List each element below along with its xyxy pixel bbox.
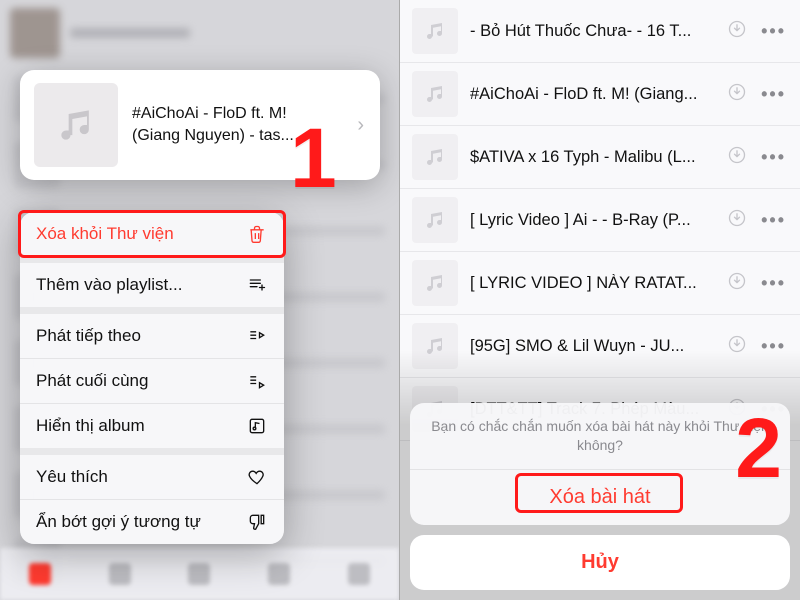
context-menu: Xóa khỏi Thư viện Thêm vào playlist... P… <box>20 212 284 544</box>
menu-item-label: Hiển thị album <box>36 416 145 436</box>
menu-item-label: Ẩn bớt gợi ý tương tự <box>36 512 201 532</box>
play-next-icon <box>246 326 268 346</box>
more-icon[interactable]: ••• <box>759 147 788 168</box>
song-row-title: $ATIVA x 16 Typh - Malibu (L... <box>470 148 715 167</box>
music-note-icon <box>412 197 458 243</box>
song-row-title: [ LYRIC VIDEO ] NÀY RATAT... <box>470 274 715 293</box>
menu-item-label: Xóa khỏi Thư viện <box>36 224 174 244</box>
download-icon[interactable] <box>727 271 747 296</box>
download-icon[interactable] <box>727 145 747 170</box>
left-screenshot: #AiChoAi - FloD ft. M! (Giang Nguyen) - … <box>0 0 400 600</box>
trash-icon <box>246 224 268 244</box>
music-note-icon <box>412 134 458 180</box>
song-row-title: [ Lyric Video ] Ai - - B-Ray (P... <box>470 211 715 230</box>
menu-hide-similar[interactable]: Ẩn bớt gợi ý tương tự <box>20 499 284 544</box>
menu-show-album[interactable]: Hiển thị album <box>20 403 284 448</box>
menu-item-label: Phát cuối cùng <box>36 371 148 391</box>
play-last-icon <box>246 371 268 391</box>
more-icon[interactable]: ••• <box>759 210 788 231</box>
music-note-icon <box>412 8 458 54</box>
menu-favorite[interactable]: Yêu thích <box>20 448 284 499</box>
download-icon[interactable] <box>727 82 747 107</box>
download-icon[interactable] <box>727 19 747 44</box>
song-row-title: #AiChoAi - FloD ft. M! (Giang... <box>470 85 715 104</box>
menu-item-label: Yêu thích <box>36 467 108 487</box>
right-screenshot: - Bỏ Hút Thuốc Chưa- - 16 T...•••#AiChoA… <box>400 0 800 600</box>
playlist-add-icon <box>246 275 268 295</box>
sheet-message: Bạn có chắc chắn muốn xóa bài hát này kh… <box>410 403 790 469</box>
heart-icon <box>246 467 268 487</box>
menu-play-next[interactable]: Phát tiếp theo <box>20 307 284 358</box>
menu-item-label: Phát tiếp theo <box>36 326 141 346</box>
list-item[interactable]: [ Lyric Video ] Ai - - B-Ray (P... ••• <box>400 189 800 252</box>
music-note-icon <box>34 83 118 167</box>
more-icon[interactable]: ••• <box>759 21 788 42</box>
more-icon[interactable]: ••• <box>759 273 788 294</box>
list-item[interactable]: #AiChoAi - FloD ft. M! (Giang... ••• <box>400 63 800 126</box>
list-item[interactable]: $ATIVA x 16 Typh - Malibu (L... ••• <box>400 126 800 189</box>
menu-delete-from-library[interactable]: Xóa khỏi Thư viện <box>20 212 284 256</box>
menu-item-label: Thêm vào playlist... <box>36 275 182 295</box>
list-item[interactable]: - Bỏ Hút Thuốc Chưa- - 16 T... ••• <box>400 0 800 63</box>
menu-add-to-playlist[interactable]: Thêm vào playlist... <box>20 256 284 307</box>
album-icon <box>246 416 268 436</box>
action-sheet: Bạn có chắc chắn muốn xóa bài hát này kh… <box>410 403 790 590</box>
list-item[interactable]: [ LYRIC VIDEO ] NÀY RATAT... ••• <box>400 252 800 315</box>
cancel-button[interactable]: Hủy <box>410 535 790 590</box>
chevron-right-icon: › <box>357 114 366 137</box>
music-note-icon <box>412 260 458 306</box>
song-row-title: - Bỏ Hút Thuốc Chưa- - 16 T... <box>470 22 715 41</box>
step-number-1: 1 <box>290 110 337 207</box>
music-note-icon <box>412 71 458 117</box>
thumbs-down-icon <box>246 512 268 532</box>
download-icon[interactable] <box>727 208 747 233</box>
tab-bar <box>0 548 399 600</box>
menu-play-last[interactable]: Phát cuối cùng <box>20 358 284 403</box>
more-icon[interactable]: ••• <box>759 84 788 105</box>
step-number-2: 2 <box>735 400 782 497</box>
delete-song-button[interactable]: Xóa bài hát <box>410 469 790 525</box>
